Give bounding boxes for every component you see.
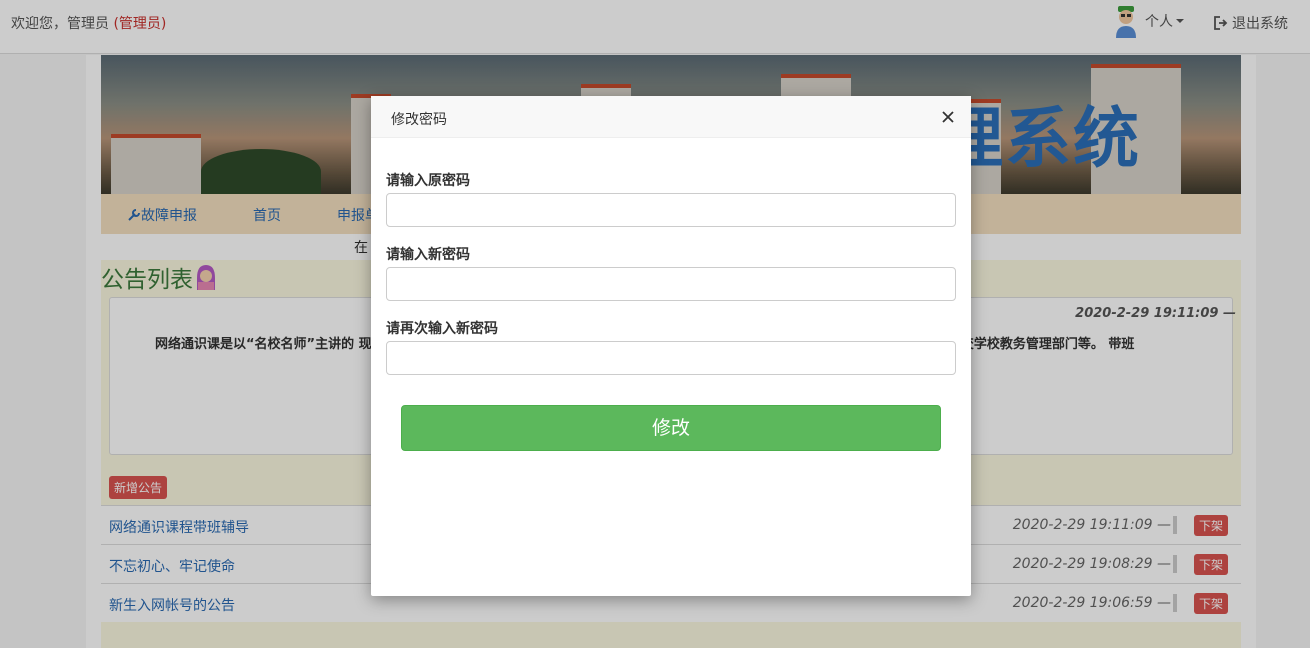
new-password-label: 请输入新密码 bbox=[386, 247, 470, 263]
modal-title: 修改密码 bbox=[391, 112, 447, 128]
close-icon[interactable] bbox=[941, 110, 955, 124]
modal-header: 修改密码 bbox=[371, 96, 971, 138]
old-password-label: 请输入原密码 bbox=[386, 173, 470, 189]
new-password-input[interactable] bbox=[386, 267, 956, 301]
submit-button[interactable]: 修改 bbox=[401, 405, 941, 451]
change-password-modal: 修改密码 请输入原密码 请输入新密码 请再次输入新密码 修改 bbox=[371, 96, 971, 596]
old-password-input[interactable] bbox=[386, 193, 956, 227]
confirm-password-input[interactable] bbox=[386, 341, 956, 375]
confirm-password-label: 请再次输入新密码 bbox=[386, 321, 498, 337]
